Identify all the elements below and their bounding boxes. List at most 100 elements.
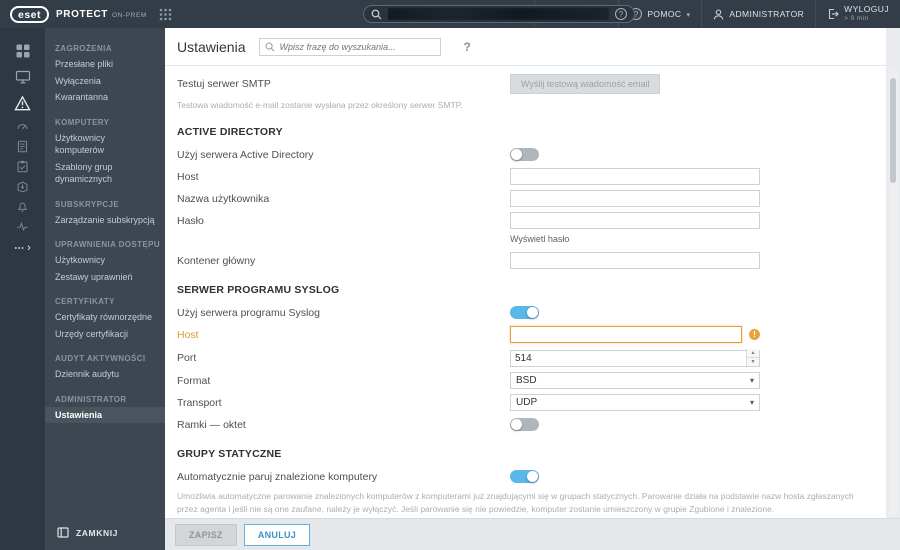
field-label: Host <box>177 170 199 183</box>
more-dots-icon: ⋯ <box>14 242 26 254</box>
syslog-transport-select[interactable]: UDP <box>510 394 760 412</box>
settings-form: Testuj serwer SMTP Wyślij testową wiadom… <box>165 66 886 518</box>
syslog-port-input[interactable] <box>510 350 760 368</box>
field-label: Testuj serwer SMTP <box>177 78 271 90</box>
field-label: Ramki — oktet <box>177 418 246 431</box>
page-header: Ustawienia <box>165 28 886 66</box>
sidebar-group-header: UPRAWNIENIA DOSTĘPU <box>55 240 161 249</box>
selected-value: UDP <box>516 397 538 409</box>
brand: eset PROTECT ON-PREM <box>10 5 172 23</box>
settings-search[interactable] <box>259 37 442 56</box>
user-icon <box>713 8 724 20</box>
section-header-static-groups: GRUPY STATYCZNE <box>177 448 282 461</box>
sidebar-item-zestawy-uprawnien[interactable]: Zestawy uprawnień <box>45 269 165 286</box>
apps-grid-icon[interactable] <box>159 8 172 21</box>
sidebar-group-header: AUDYT AKTYWNOŚCI <box>55 354 146 363</box>
reports-icon[interactable] <box>0 116 45 136</box>
vertical-scrollbar[interactable] <box>889 68 897 516</box>
field-label-invalid: Host <box>177 328 199 341</box>
page-help-icon[interactable] <box>463 40 470 54</box>
field-label: Kontener główny <box>177 254 256 267</box>
logout-timer: > 9 min <box>844 15 869 23</box>
sidebar-item-urzedy-certyfikacji[interactable]: Urzędy certyfikacji <box>45 326 165 343</box>
topbar: eset PROTECT ON-PREM NA SKRÓTY POMOC <box>0 0 900 28</box>
field-label: Nazwa użytkownika <box>177 192 270 205</box>
ad-username-input[interactable] <box>510 190 760 208</box>
user-label: ADMINISTRATOR <box>729 9 805 19</box>
page-title: Ustawienia <box>177 38 246 55</box>
sidebar-item-przeslane-pliki[interactable]: Przesłane pliki <box>45 56 165 73</box>
more-menu-expander[interactable]: ⋯ › <box>14 242 31 254</box>
auto-pairing-toggle[interactable] <box>510 470 539 484</box>
field-label: Transport <box>177 396 222 409</box>
show-password-link[interactable]: Wyświetl hasło <box>510 234 569 244</box>
sidebar-item-wylaczenia[interactable]: Wyłączenia <box>45 73 165 90</box>
search-help-icon[interactable] <box>615 8 627 20</box>
spinner-up-icon[interactable] <box>747 349 759 359</box>
detections-icon[interactable] <box>0 90 45 116</box>
global-search[interactable] <box>363 5 635 23</box>
scrollbar-thumb[interactable] <box>890 78 896 183</box>
sidebar-close-label: ZAMKNIJ <box>76 527 118 538</box>
sidebar-group-header: CERTYFIKATY <box>55 297 115 306</box>
sidebar-item-uzytkownicy-komputerow[interactable]: Użytkownicy komputerów <box>45 130 165 159</box>
syslog-host-input[interactable] <box>510 326 742 344</box>
sidebar-item-szablony-grup[interactable]: Szablony grup dynamicznych <box>45 159 165 188</box>
help-label: POMOC <box>647 9 682 19</box>
smtp-help-text: Testowa wiadomość e-mail zostanie wysłan… <box>177 100 463 110</box>
field-label: Automatycznie paruj znalezione komputery <box>177 470 378 483</box>
ad-root-container-input[interactable] <box>510 252 760 270</box>
tasks-icon[interactable] <box>0 156 45 176</box>
status-overview-icon[interactable] <box>0 216 45 236</box>
search-icon <box>371 9 382 20</box>
dashboard-icon[interactable] <box>0 38 45 64</box>
computers-icon[interactable] <box>0 64 45 90</box>
sidebar-close-button[interactable]: ZAMKNIJ <box>45 523 165 542</box>
sidebar-item-kwarantanna[interactable]: Kwarantanna <box>45 89 165 106</box>
notifications-icon[interactable] <box>0 196 45 216</box>
sidebar-group-header: KOMPUTERY <box>55 117 110 127</box>
section-header-active-directory: ACTIVE DIRECTORY <box>177 126 283 139</box>
logout-icon <box>827 8 839 20</box>
sidebar-item-dziennik-audytu[interactable]: Dziennik audytu <box>45 366 165 383</box>
chevron-right-icon: › <box>27 242 31 254</box>
user-menu[interactable]: ADMINISTRATOR <box>701 0 815 28</box>
field-label: Port <box>177 351 197 364</box>
sidebar-item-zarzadzanie-subskrypcja[interactable]: Zarządzanie subskrypcją <box>45 212 165 229</box>
sidebar-item-ustawienia[interactable]: Ustawienia <box>45 406 165 423</box>
validation-warning-icon <box>749 329 760 341</box>
product-name: PROTECT <box>56 8 108 20</box>
nav-rail: ⋯ › <box>0 28 45 550</box>
submitted-files-icon[interactable] <box>0 136 45 156</box>
ad-password-input[interactable] <box>510 212 760 230</box>
syslog-format-select[interactable]: BSD <box>510 372 760 390</box>
section-header-syslog: SERWER PROGRAMU SYSLOG <box>177 284 340 297</box>
search-icon <box>265 42 275 52</box>
installers-icon[interactable] <box>0 176 45 196</box>
sidebar-item-uzytkownicy[interactable]: Użytkownicy <box>45 252 165 269</box>
send-test-email-button[interactable]: Wyślij testową wiadomość email <box>510 74 661 94</box>
ad-enable-toggle[interactable] <box>510 148 539 162</box>
settings-search-input[interactable] <box>279 41 436 52</box>
sidebar-item-certyfikaty-rownorzedne[interactable]: Certyfikaty równorzędne <box>45 309 165 326</box>
syslog-octet-framing-toggle[interactable] <box>510 418 539 432</box>
save-button[interactable]: ZAPISZ <box>175 523 237 546</box>
logout-button[interactable]: WYLOGUJ > 9 min <box>815 0 900 28</box>
search-redacted-text <box>388 8 609 20</box>
syslog-enable-toggle[interactable] <box>510 306 539 320</box>
action-bar: ZAPISZ ANULUJ <box>165 518 900 550</box>
field-label: Użyj serwera Active Directory <box>177 148 314 161</box>
spinner-down-icon[interactable] <box>747 358 759 367</box>
field-label: Użyj serwera programu Syslog <box>177 306 320 319</box>
selected-value: BSD <box>516 375 537 387</box>
sidebar-group-header: ADMINISTRATOR <box>55 394 127 404</box>
logout-label: WYLOGUJ <box>844 4 889 15</box>
cancel-button[interactable]: ANULUJ <box>243 523 311 546</box>
main-panel: Ustawienia Testuj serwer SMTP Wyślij tes… <box>165 28 900 550</box>
field-label: Hasło <box>177 214 204 227</box>
eset-logo: eset <box>10 5 50 23</box>
ad-host-input[interactable] <box>510 168 760 186</box>
field-label: Format <box>177 374 211 387</box>
sidebar-group-header: ZAGROŻENIA <box>55 44 112 53</box>
number-spinner[interactable] <box>746 349 759 367</box>
